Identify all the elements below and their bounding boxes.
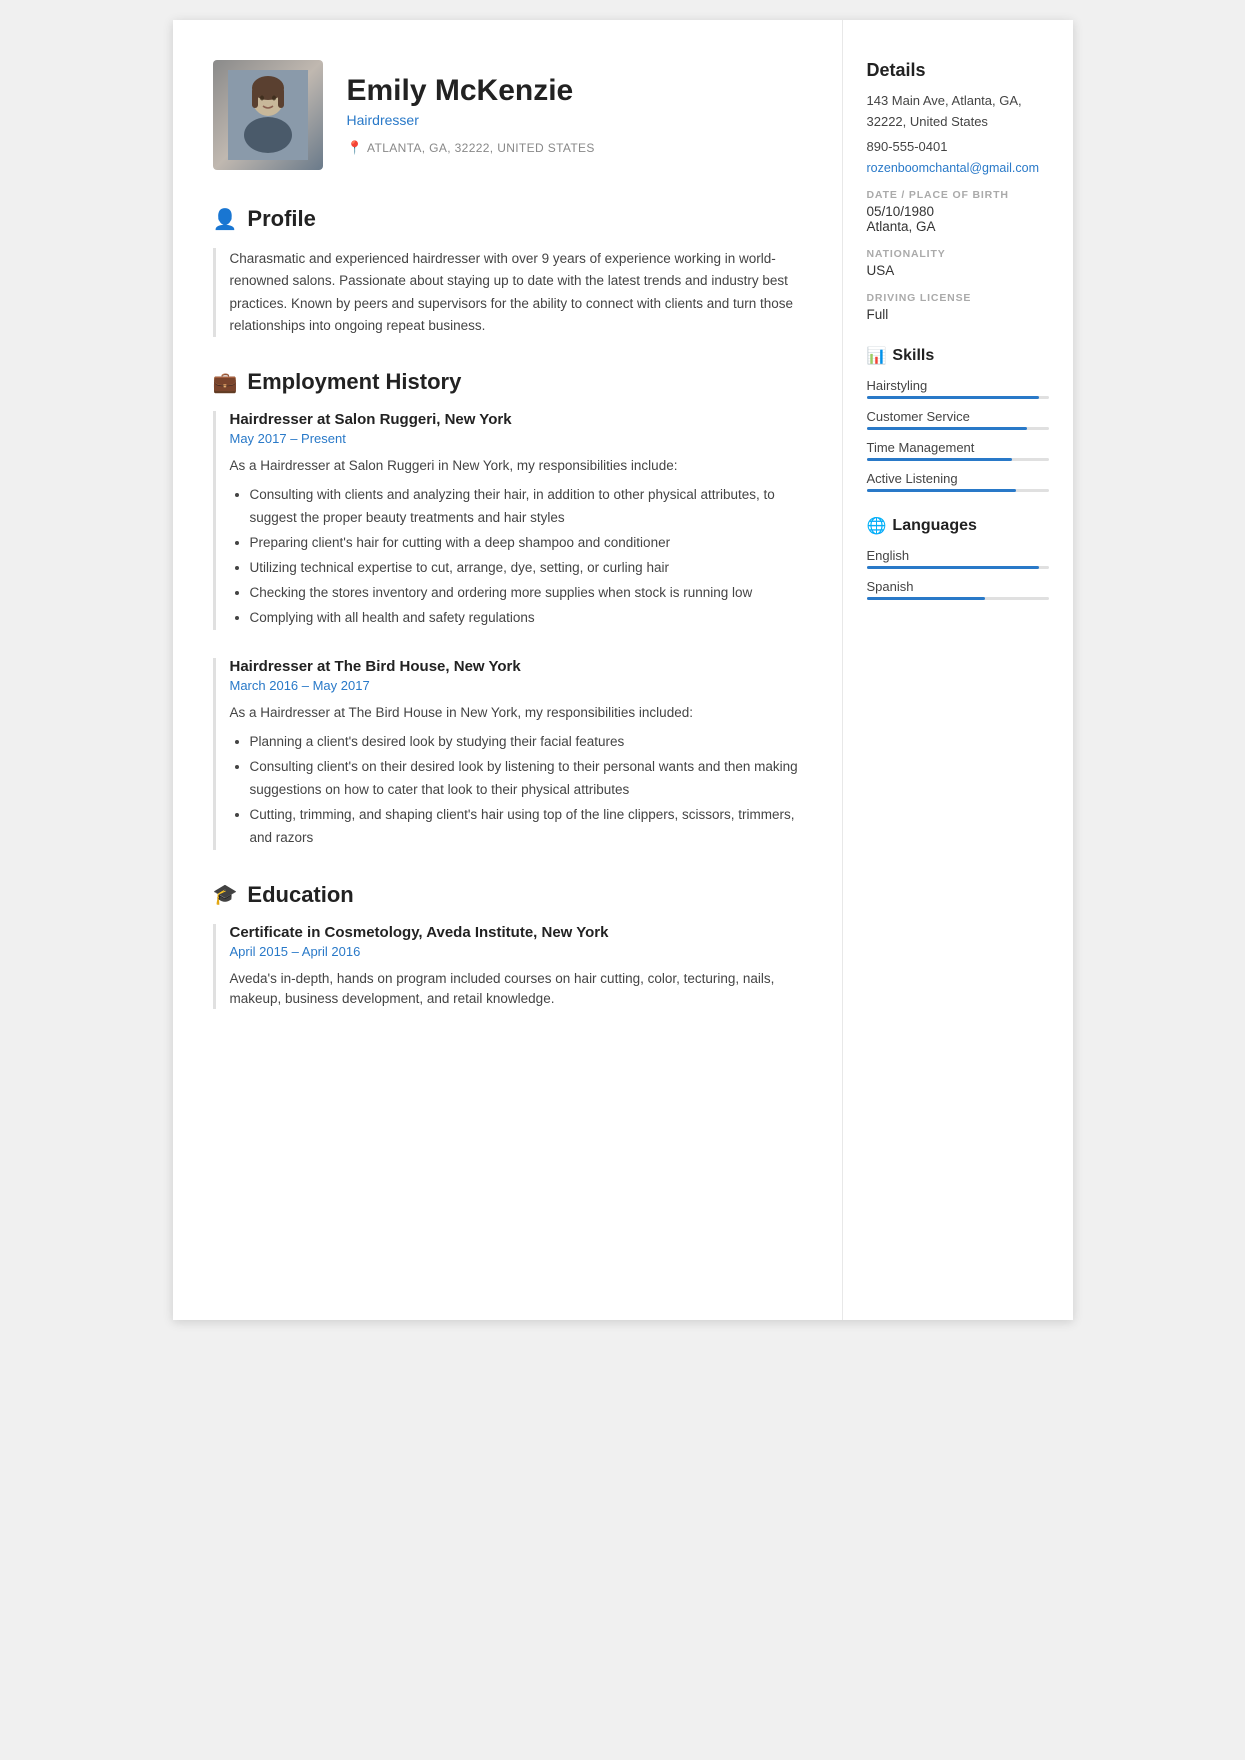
education-section-header: 🎓 Education xyxy=(213,882,806,908)
list-item: Utilizing technical expertise to cut, ar… xyxy=(250,557,806,580)
profile-icon: 👤 xyxy=(213,207,238,232)
lang-bar-spanish-bg xyxy=(867,597,1049,600)
details-title: Details xyxy=(867,60,1049,81)
skill-bar-hairstyling-fill xyxy=(867,396,1040,399)
skill-name-customer: Customer Service xyxy=(867,409,1049,424)
candidate-title: Hairdresser xyxy=(347,112,806,128)
skill-hairstyling: Hairstyling xyxy=(867,378,1049,399)
details-nationality: USA xyxy=(867,263,1049,278)
list-item: Consulting with clients and analyzing th… xyxy=(250,484,806,530)
skill-customer: Customer Service xyxy=(867,409,1049,430)
job-date-2: March 2016 – May 2017 xyxy=(230,678,806,693)
employment-icon: 💼 xyxy=(213,370,238,395)
details-address: 143 Main Ave, Atlanta, GA, 32222, United… xyxy=(867,91,1049,133)
profile-section-header: 👤 Profile xyxy=(213,206,806,232)
nationality-label: NATIONALITY xyxy=(867,248,1049,260)
education-section: 🎓 Education Certificate in Cosmetology, … xyxy=(213,882,806,1010)
details-birthplace: Atlanta, GA xyxy=(867,219,1049,234)
profile-text: Charasmatic and experienced hairdresser … xyxy=(213,248,806,337)
skill-bar-time-bg xyxy=(867,458,1049,461)
lang-bar-english-fill xyxy=(867,566,1040,569)
details-driving: Full xyxy=(867,307,1049,322)
details-phone: 890-555-0401 xyxy=(867,137,1049,158)
languages-section: 🌐 Languages English Spanish xyxy=(867,516,1049,600)
skill-name-listening: Active Listening xyxy=(867,471,1049,486)
languages-header: 🌐 Languages xyxy=(867,516,1049,536)
skills-icon: 📊 xyxy=(867,346,887,366)
job-title-2: Hairdresser at The Bird House, New York xyxy=(230,658,806,675)
skill-name-hairstyling: Hairstyling xyxy=(867,378,1049,393)
employment-section-header: 💼 Employment History xyxy=(213,369,806,395)
job-title-1: Hairdresser at Salon Ruggeri, New York xyxy=(230,411,806,428)
details-section: Details 143 Main Ave, Atlanta, GA, 32222… xyxy=(867,60,1049,322)
job-intro-1: As a Hairdresser at Salon Ruggeri in New… xyxy=(230,456,806,476)
edu-date-1: April 2015 – April 2016 xyxy=(230,944,806,959)
job-entry-1: Hairdresser at Salon Ruggeri, New York M… xyxy=(213,411,806,630)
skill-time: Time Management xyxy=(867,440,1049,461)
candidate-location: 📍 ATLANTA, GA, 32222, UNITED STATES xyxy=(347,140,806,156)
driving-label: DRIVING LICENSE xyxy=(867,292,1049,304)
languages-icon: 🌐 xyxy=(867,516,887,536)
languages-title: Languages xyxy=(892,517,976,535)
education-title: Education xyxy=(247,882,353,908)
dob-label: DATE / PLACE OF BIRTH xyxy=(867,189,1049,201)
right-column: Details 143 Main Ave, Atlanta, GA, 32222… xyxy=(843,20,1073,1320)
education-icon: 🎓 xyxy=(213,882,238,907)
resume-container: Emily McKenzie Hairdresser 📍 ATLANTA, GA… xyxy=(173,20,1073,1320)
skills-section: 📊 Skills Hairstyling Customer Service Ti… xyxy=(867,346,1049,492)
skill-bar-customer-bg xyxy=(867,427,1049,430)
employment-title: Employment History xyxy=(247,369,461,395)
list-item: Planning a client's desired look by stud… xyxy=(250,731,806,754)
profile-section: 👤 Profile Charasmatic and experienced ha… xyxy=(213,206,806,337)
details-dob: 05/10/1980 xyxy=(867,204,1049,219)
list-item: Cutting, trimming, and shaping client's … xyxy=(250,804,806,850)
skill-name-time: Time Management xyxy=(867,440,1049,455)
list-item: Checking the stores inventory and orderi… xyxy=(250,582,806,605)
skill-bar-listening-bg xyxy=(867,489,1049,492)
job-intro-2: As a Hairdresser at The Bird House in Ne… xyxy=(230,703,806,723)
job-bullets-2: Planning a client's desired look by stud… xyxy=(230,731,806,850)
lang-name-spanish: Spanish xyxy=(867,579,1049,594)
avatar xyxy=(213,60,323,170)
job-entry-2: Hairdresser at The Bird House, New York … xyxy=(213,658,806,850)
header-info: Emily McKenzie Hairdresser 📍 ATLANTA, GA… xyxy=(347,74,806,156)
edu-text-1: Aveda's in-depth, hands on program inclu… xyxy=(230,969,806,1010)
skill-listening: Active Listening xyxy=(867,471,1049,492)
lang-bar-spanish-fill xyxy=(867,597,985,600)
profile-title: Profile xyxy=(247,206,315,232)
skill-bar-time-fill xyxy=(867,458,1013,461)
skill-bar-customer-fill xyxy=(867,427,1027,430)
job-bullets-1: Consulting with clients and analyzing th… xyxy=(230,484,806,630)
list-item: Consulting client's on their desired loo… xyxy=(250,756,806,802)
skill-bar-hairstyling-bg xyxy=(867,396,1049,399)
lang-english: English xyxy=(867,548,1049,569)
skill-bar-listening-fill xyxy=(867,489,1016,492)
job-date-1: May 2017 – Present xyxy=(230,431,806,446)
header: Emily McKenzie Hairdresser 📍 ATLANTA, GA… xyxy=(213,60,806,170)
skills-title: Skills xyxy=(892,347,934,365)
lang-spanish: Spanish xyxy=(867,579,1049,600)
lang-name-english: English xyxy=(867,548,1049,563)
candidate-name: Emily McKenzie xyxy=(347,74,806,108)
employment-section: 💼 Employment History Hairdresser at Salo… xyxy=(213,369,806,850)
edu-title-1: Certificate in Cosmetology, Aveda Instit… xyxy=(230,924,806,941)
left-column: Emily McKenzie Hairdresser 📍 ATLANTA, GA… xyxy=(173,20,843,1320)
list-item: Preparing client's hair for cutting with… xyxy=(250,532,806,555)
details-email: rozenboomchantal@gmail.com xyxy=(867,161,1049,175)
education-entry-1: Certificate in Cosmetology, Aveda Instit… xyxy=(213,924,806,1010)
location-pin-icon: 📍 xyxy=(347,140,364,156)
skills-header: 📊 Skills xyxy=(867,346,1049,366)
lang-bar-english-bg xyxy=(867,566,1049,569)
list-item: Complying with all health and safety reg… xyxy=(250,607,806,630)
